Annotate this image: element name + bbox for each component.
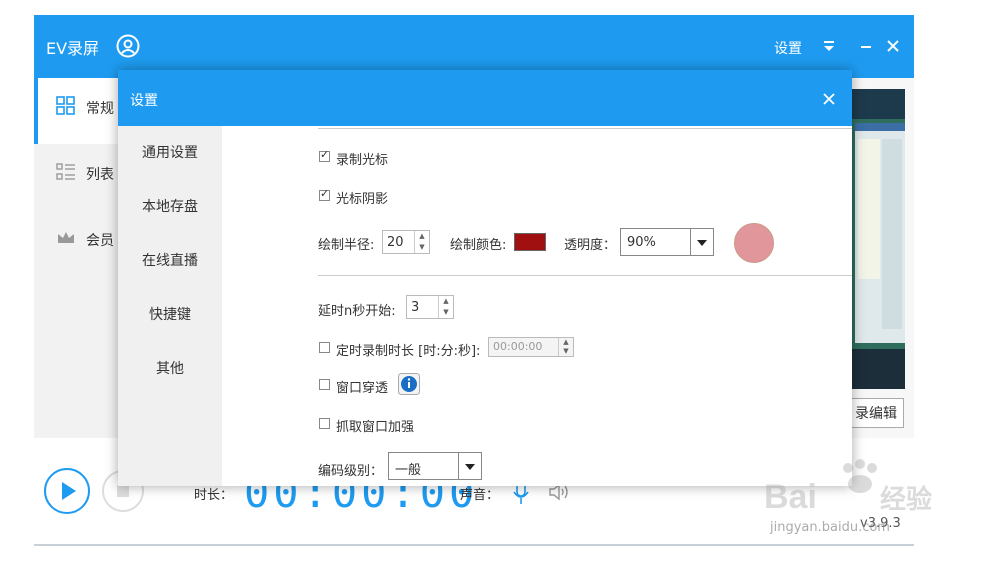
cursor-preview-circle [734,223,774,263]
stepper-arrows[interactable]: ▲ ▼ [438,296,453,318]
minimize-icon[interactable] [859,39,873,53]
user-icon[interactable] [116,34,140,58]
record-cursor-label: 录制光标 [336,153,389,168]
encode-level-value: 一般 [395,463,422,478]
duration-label: 时长： [194,488,234,503]
settings-dialog: 设置 通用设置 本地存盘 在线直播 快捷键 其他 录制光标 光标阴影 绘制半径:… [118,70,852,486]
timed-record-checkbox[interactable] [319,342,330,353]
settings-nav: 通用设置 本地存盘 在线直播 快捷键 其他 [118,126,222,486]
cursor-shadow-checkbox[interactable] [319,187,330,201]
timed-record-input[interactable]: 00:00:00 ▲ ▼ [488,337,574,357]
draw-radius-stepper[interactable]: 20 ▲ ▼ [382,230,430,254]
crown-icon [58,232,74,243]
edit-button[interactable]: 录编辑 [846,398,904,428]
divider [318,275,852,276]
main-sidebar: 常规 列表 会员 [34,78,122,438]
list-icon [56,163,75,180]
delay-start-value: 3 [411,300,420,315]
main-titlebar: EV录屏 设置 [34,15,914,78]
draw-radius-label: 绘制半径: [318,238,375,253]
settings-link[interactable]: 设置 [774,38,802,58]
svg-text:Bai: Bai [764,478,817,516]
timed-record-label: 定时录制时长 [时:分:秒]: [336,344,481,359]
opacity-select[interactable]: 90% [620,228,714,256]
nav-active-bg [118,126,222,180]
opacity-value: 90% [627,235,656,250]
menu-dropdown-icon[interactable] [822,39,836,53]
nav-local-storage[interactable]: 本地存盘 [118,180,222,234]
record-cursor-checkbox[interactable] [319,148,330,162]
encode-level-select[interactable]: 一般 [388,452,482,480]
delay-start-label: 延时n秒开始: [318,304,396,319]
sidebar-item-general[interactable]: 常规 [34,78,122,144]
draw-radius-value: 20 [387,235,404,250]
window-through-checkbox[interactable] [319,379,330,390]
sound-label: 声音： [460,488,500,503]
sidebar-item-list[interactable]: 列表 [34,144,122,204]
record-start-button[interactable] [44,468,90,514]
stepper-arrows[interactable]: ▲ ▼ [414,231,429,253]
nav-hotkeys[interactable]: 快捷键 [118,288,222,342]
grid-icon [56,96,75,115]
sidebar-item-member[interactable]: 会员 [34,210,122,270]
cursor-shadow-label: 光标阴影 [336,192,389,207]
info-icon[interactable] [398,373,420,395]
delay-start-stepper[interactable]: 3 ▲ ▼ [406,295,454,319]
chevron-down-icon [690,229,713,255]
opacity-label: 透明度： [564,238,617,253]
svg-text:经验: 经验 [880,484,932,514]
nav-live-stream[interactable]: 在线直播 [118,234,222,288]
close-icon[interactable] [822,92,836,106]
window-through-label: 窗口穿透 [336,381,389,396]
stepper-arrows[interactable]: ▲ ▼ [558,338,573,356]
timed-record-value: 00:00:00 [493,340,543,353]
draw-color-label: 绘制颜色: [450,238,507,253]
divider [318,128,852,129]
sidebar-item-label: 会员 [86,233,114,249]
settings-content: 录制光标 光标阴影 绘制半径: 20 ▲▼ 绘制颜色: 透明度： 90% 延时n… [222,126,852,486]
dialog-titlebar: 设置 [118,70,852,126]
app-title: EV录屏 [46,39,100,58]
sidebar-item-label: 常规 [86,101,114,117]
sidebar-item-label: 列表 [86,167,114,183]
encode-level-label: 编码级别： [318,464,384,479]
capture-enhance-checkbox[interactable] [319,418,330,429]
active-indicator [34,78,38,144]
dialog-title: 设置 [130,93,158,109]
screen-preview [852,89,905,389]
watermark-url: jingyan.baidu.com [770,520,890,535]
close-icon[interactable] [886,39,900,53]
play-icon [62,482,76,500]
chevron-down-icon [458,453,481,479]
capture-enhance-label: 抓取窗口加强 [336,420,415,435]
nav-other[interactable]: 其他 [118,342,222,396]
draw-color-swatch[interactable] [514,233,546,251]
